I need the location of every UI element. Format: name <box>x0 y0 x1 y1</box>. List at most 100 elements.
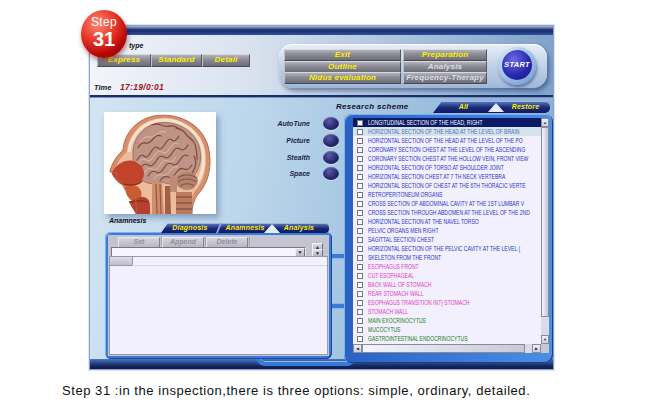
research-list-item[interactable]: REAR STOMACH WALL <box>353 289 541 298</box>
item-label: HORIZONTAL SECTION OF THE HEAD AT THE LE… <box>368 136 523 145</box>
scroll-left-icon[interactable]: ◀ <box>353 344 362 353</box>
research-list-item[interactable]: MUCOCYTUS <box>353 325 541 334</box>
item-checkbox[interactable] <box>357 282 363 288</box>
research-list-item[interactable]: BACK WALL OF STOMACH <box>353 280 541 289</box>
space-button[interactable] <box>323 167 339 180</box>
item-label: BACK WALL OF STOMACH <box>368 280 431 289</box>
item-checkbox[interactable] <box>357 201 363 207</box>
tab-anamnesis[interactable]: Anamnesis <box>222 224 268 231</box>
grid-header-line <box>132 265 327 266</box>
research-list-item[interactable]: HORIZONTAL SECTION AT THE NAVEL TORSO <box>353 217 541 226</box>
test-type-label: type <box>129 42 143 49</box>
research-list-item[interactable]: SKELETON FROM THE FRONT <box>353 253 541 262</box>
research-list-item[interactable]: HORIZONTAL SECTION OF CHEST AT THE 6TH T… <box>353 181 541 190</box>
item-checkbox[interactable] <box>357 318 363 324</box>
item-checkbox[interactable] <box>357 183 363 189</box>
item-label: HORIZONTAL SECTION OF CHEST AT THE 6TH T… <box>368 181 526 190</box>
research-list-item[interactable]: ESOPHAGUS TRANSITION INT) STOMACH <box>353 298 541 307</box>
item-label: LONGITUDINAL SECTION OF THE HEAD, RIGHT <box>368 118 483 127</box>
picture-label: Picture <box>240 137 310 144</box>
tab-analysis[interactable]: Analysis <box>276 224 322 231</box>
research-list-item[interactable]: CORONARY SECTION CHEST AT THE LEVEL OF T… <box>353 145 541 154</box>
step-badge-number: 31 <box>81 29 127 49</box>
item-checkbox[interactable] <box>357 210 363 216</box>
frequency-therapy-button[interactable]: Frequency-Therapy <box>403 72 487 84</box>
outline-button[interactable]: Outline <box>284 61 401 73</box>
research-list-item[interactable]: STOMACH WALL <box>353 307 541 316</box>
scroll-down-icon[interactable]: ▼ <box>541 335 549 344</box>
autotune-button[interactable] <box>323 117 339 130</box>
item-checkbox[interactable] <box>357 336 363 342</box>
item-label: CROSS SECTION OF ABDOMINAL CAVITY AT THE… <box>368 199 524 208</box>
item-label: ESOPHAGUS TRANSITION INT) STOMACH <box>368 298 469 307</box>
anamnesis-list-area[interactable] <box>109 256 328 355</box>
research-list-item[interactable]: LONGITUDINAL SECTION OF THE HEAD, RIGHT <box>353 118 541 127</box>
item-checkbox[interactable] <box>357 138 363 144</box>
head-sagittal-illustration <box>104 112 216 214</box>
item-checkbox[interactable] <box>357 165 363 171</box>
research-list-item[interactable]: HORIZONTAL SECTION OF THE HEAD AT THE LE… <box>353 136 541 145</box>
tab-restore[interactable]: Restore <box>503 103 548 110</box>
research-tabbar: All Restore <box>433 101 550 113</box>
item-checkbox[interactable] <box>357 300 363 306</box>
item-checkbox[interactable] <box>357 174 363 180</box>
item-label: HORIZONTAL SECTION CHEST AT 7 TH NECK VE… <box>368 172 505 181</box>
research-list-item[interactable]: CUT ESOPHAGEAL <box>353 271 541 280</box>
item-checkbox[interactable] <box>357 147 363 153</box>
research-list-item[interactable]: CROSS SECTION OF ABDOMINAL CAVITY AT THE… <box>353 199 541 208</box>
research-list-item[interactable]: HORIZONTAL SECTION OF THE HEAD AT THE LE… <box>353 127 541 136</box>
research-list-item[interactable]: ESOPHAGUS FRONT <box>353 262 541 271</box>
item-checkbox[interactable] <box>357 228 363 234</box>
start-button[interactable]: START <box>502 50 532 80</box>
standard-button[interactable]: Standard <box>151 54 202 67</box>
v-scroll-thumb[interactable] <box>541 127 549 317</box>
item-checkbox[interactable] <box>357 120 363 126</box>
anatomy-image <box>104 112 216 214</box>
research-list-item[interactable]: GASTROINTESTINAL ENDOCRINOCYTUS <box>353 334 541 343</box>
preparation-button[interactable]: Preparation <box>403 49 487 61</box>
picture-button[interactable] <box>323 134 339 147</box>
stealth-button[interactable] <box>323 151 339 164</box>
item-label: HORIZONTAL SECTION OF THE PELVIC CAVITY … <box>368 244 520 253</box>
item-label: SAGITTAL SECTION CHEST <box>368 235 434 244</box>
item-label: PELVIC ORGANS MEN RIGHT <box>368 226 438 235</box>
tab-diagnosis[interactable]: Diagnosis <box>167 224 213 231</box>
research-scheme-label: Research scheme <box>336 102 409 111</box>
research-list-item[interactable]: HORIZONTAL SECTION CHEST AT 7 TH NECK VE… <box>353 172 541 181</box>
research-list-item[interactable]: MAIN EXOCRINOCYTUS <box>353 316 541 325</box>
analysis-button[interactable]: Analysis <box>403 61 487 73</box>
item-label: REAR STOMACH WALL <box>368 289 423 298</box>
step-badge: Step 31 <box>81 10 127 58</box>
research-list-item[interactable]: CORONARY SECTION CHEST AT THE HOLLOW VEI… <box>353 154 541 163</box>
autotune-label: AutoTune <box>240 120 310 127</box>
research-list-item[interactable]: HORIZONTAL SECTION OF TORSO AT SHOULDER … <box>353 163 541 172</box>
research-list-item[interactable]: RETROPERITONEUM ORGANS <box>353 190 541 199</box>
research-list-item[interactable]: PELVIC ORGANS MEN RIGHT <box>353 226 541 235</box>
item-checkbox[interactable] <box>357 156 363 162</box>
item-checkbox[interactable] <box>357 291 363 297</box>
research-list-item[interactable]: SAGITTAL SECTION CHEST <box>353 235 541 244</box>
tab-all[interactable]: All <box>441 103 486 110</box>
item-checkbox[interactable] <box>357 192 363 198</box>
detail-button[interactable]: Detail <box>202 54 250 67</box>
item-checkbox[interactable] <box>357 309 363 315</box>
item-checkbox[interactable] <box>357 129 363 135</box>
scroll-up-icon[interactable]: ▲ <box>541 118 549 127</box>
nidus-evaluation-button[interactable]: Nidus evaluation <box>284 72 401 84</box>
research-list-item[interactable]: HORIZONTAL SECTION OF THE PELVIC CAVITY … <box>353 244 541 253</box>
item-label: CROSS SECTION THROUGH ABDOMEN AT THE LEV… <box>368 208 530 217</box>
research-list-item[interactable]: CROSS SECTION THROUGH ABDOMEN AT THE LEV… <box>353 208 541 217</box>
toolbar-separator <box>249 237 251 246</box>
exit-button[interactable]: Exit <box>284 49 401 61</box>
item-checkbox[interactable] <box>357 237 363 243</box>
h-scroll-thumb[interactable] <box>362 344 525 353</box>
item-label: HORIZONTAL SECTION OF THE HEAD AT THE LE… <box>368 127 520 136</box>
space-label: Space <box>240 170 310 177</box>
item-checkbox[interactable] <box>357 255 363 261</box>
item-checkbox[interactable] <box>357 327 363 333</box>
scroll-right-icon[interactable]: ▶ <box>532 344 541 353</box>
item-checkbox[interactable] <box>357 273 363 279</box>
item-checkbox[interactable] <box>357 264 363 270</box>
item-checkbox[interactable] <box>357 219 363 225</box>
item-checkbox[interactable] <box>357 246 363 252</box>
